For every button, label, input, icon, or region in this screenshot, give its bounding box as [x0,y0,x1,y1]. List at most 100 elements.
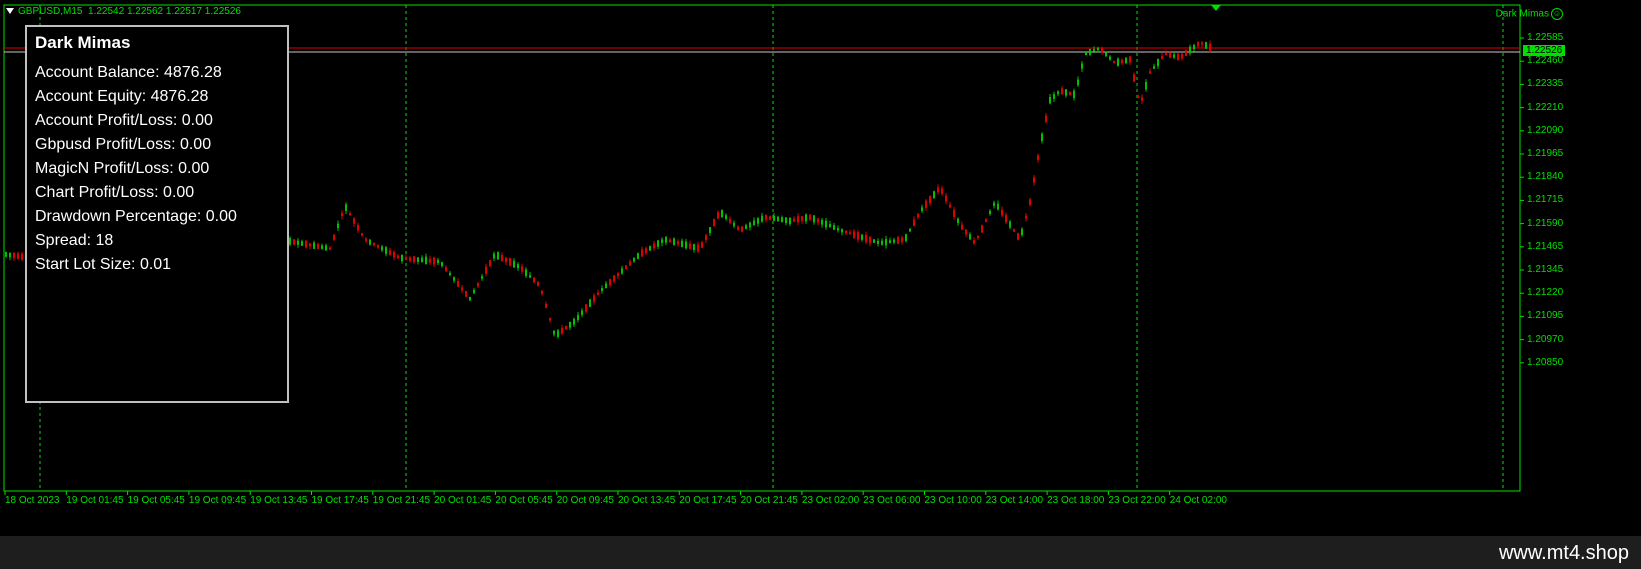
candle-body [889,240,891,243]
candle-body [989,210,991,215]
candle-body [1009,221,1011,228]
shift-marker-icon[interactable] [1211,5,1221,11]
candle-body [365,238,367,242]
candle-body [833,225,835,230]
price-tick-label: 1.21715 [1527,194,1564,206]
candle-body [329,247,331,250]
candle-body [349,213,351,216]
candle-body [701,242,703,248]
candle-body [1133,74,1135,82]
candle-body [909,228,911,232]
site-watermark: www.mt4.shop [1498,542,1629,564]
candle-body [297,240,299,245]
candle-body [821,219,823,225]
candle-body [609,279,611,286]
candle-body [1157,58,1159,67]
time-tick-label: 19 Oct 21:45 [372,495,431,506]
candle-body [1037,155,1039,161]
candle-body [845,230,847,234]
candle-body [901,237,903,243]
candle-body [629,261,631,266]
candle-body [429,258,431,263]
candle-body [725,215,727,219]
candle-body [541,290,543,294]
candle-body [881,240,883,245]
candle-body [913,219,915,226]
candle-body [617,273,619,277]
candle-body [733,222,735,227]
candle-body [521,266,523,272]
candle-body [17,253,19,259]
candle-body [1109,56,1111,60]
candle-body [657,240,659,247]
candle-body [1081,63,1083,69]
candle-body [489,260,491,267]
info-row: Spread: 18 [35,232,114,249]
candle-body [421,257,423,263]
time-tick-label: 19 Oct 13:45 [250,495,308,506]
candle-body [805,214,807,222]
candle-body [957,218,959,223]
time-tick-label: 19 Oct 17:45 [311,495,369,506]
candle-body [1033,177,1035,183]
candle-body [1001,209,1003,216]
candle-body [305,240,307,248]
candle-body [517,264,519,269]
candle-body [1093,49,1095,52]
time-tick-label: 19 Oct 05:45 [127,495,185,506]
candle-body [341,212,343,217]
ea-name: Dark Mimas [1495,8,1549,20]
candle-body [1013,229,1015,232]
candle-body [713,219,715,227]
candle-body [1177,53,1179,61]
info-row: MagicN Profit/Loss: 0.00 [35,160,210,177]
candle-body [665,236,667,243]
price-tick-label: 1.22335 [1527,78,1564,90]
candle-body [381,246,383,251]
candle-body [425,256,427,264]
candle-body [1197,41,1199,47]
candle-body [1165,52,1167,56]
candle-body [1097,47,1099,51]
time-tick-label: 19 Oct 01:45 [66,495,124,506]
candle-body [857,232,859,240]
candle-body [1085,51,1087,56]
expert-advisor-tag[interactable]: Dark Mimas ☺ [1496,8,1563,20]
time-tick-label: 18 Oct 2023 [5,495,60,506]
candle-body [1105,52,1107,57]
candle-body [13,252,15,259]
candle-body [553,330,555,335]
price-tick-label: 1.22460 [1527,55,1564,67]
candle-body [977,235,979,239]
candle-body [689,243,691,249]
candle-body [621,268,623,274]
candle-body [581,310,583,315]
candle-body [925,200,927,208]
candle-body [601,288,603,291]
candle-body [1069,91,1071,95]
candle-body [753,220,755,226]
candle-body [545,303,547,308]
candle-body [21,253,23,260]
candle-body [801,216,803,221]
price-tick-label: 1.21965 [1527,148,1564,159]
dropdown-triangle-icon[interactable] [6,8,14,15]
candle-body [457,281,459,287]
candle-body [853,231,855,239]
candle-body [537,281,539,286]
candle-body [345,204,347,211]
candle-body [969,234,971,240]
candle-body [441,262,443,267]
candle-body [9,252,11,258]
candle-body [741,226,743,232]
candle-body [825,220,827,228]
candle-body [997,203,999,210]
candle-body [921,207,923,211]
candle-body [649,246,651,251]
candle-body [557,330,559,337]
candle-body [377,244,379,248]
price-chart[interactable]: GBPUSD,M15 1.22542 1.22562 1.22517 1.225… [0,0,1641,536]
panel-title: Dark Mimas [35,33,131,52]
candle-body [729,218,731,223]
time-tick-label: 20 Oct 17:45 [679,495,737,506]
